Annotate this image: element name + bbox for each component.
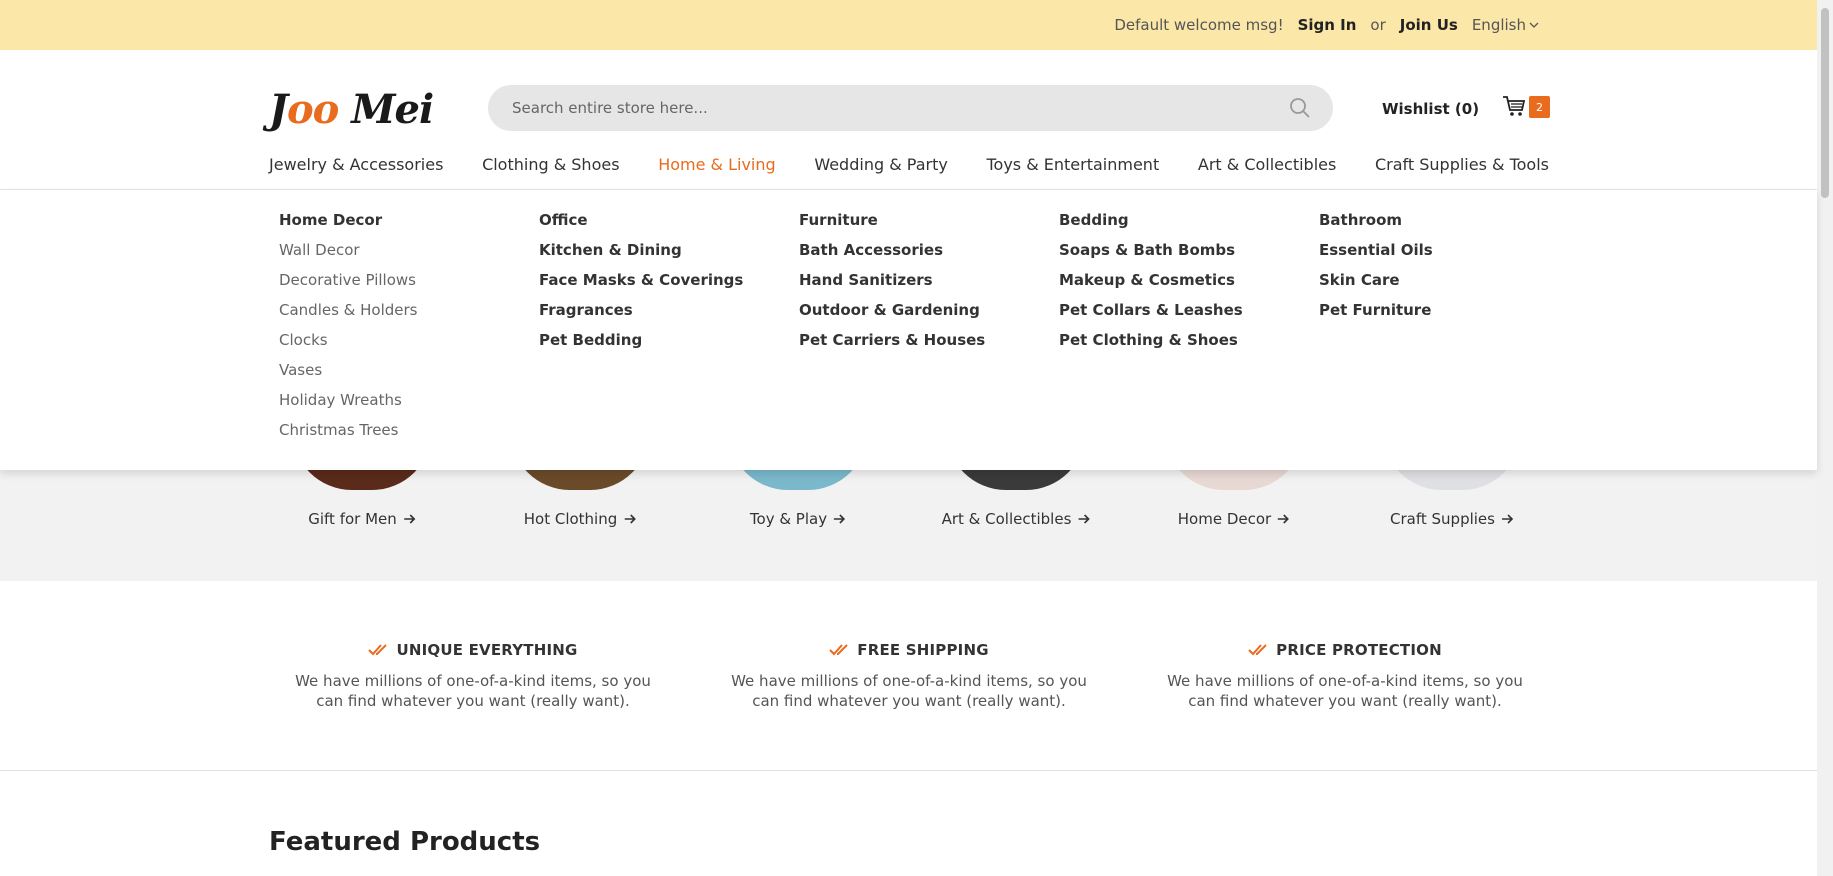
menu-item[interactable]: Bedding xyxy=(1059,210,1243,240)
mega-menu: Home Decor Wall Decor Decorative Pillows… xyxy=(0,190,1817,470)
nav-art-collectibles[interactable]: Art & Collectibles xyxy=(1198,155,1336,174)
cart-icon[interactable] xyxy=(1502,95,1526,117)
search-icon[interactable] xyxy=(1289,97,1311,119)
menu-item[interactable]: Essential Oils xyxy=(1319,240,1433,270)
menu-item[interactable]: Clocks xyxy=(279,330,418,360)
page-scrollbar[interactable] xyxy=(1817,0,1833,876)
menu-item[interactable]: Fragrances xyxy=(539,300,743,330)
category-link[interactable]: Craft Supplies xyxy=(1390,510,1514,528)
menu-item[interactable]: Face Masks & Coverings xyxy=(539,270,743,300)
menu-item[interactable]: Pet Collars & Leashes xyxy=(1059,300,1243,330)
join-us-link[interactable]: Join Us xyxy=(1400,16,1458,34)
menu-item[interactable]: Office xyxy=(539,210,743,240)
mega-column-2: Office Kitchen & Dining Face Masks & Cov… xyxy=(539,210,743,360)
language-selector[interactable]: English xyxy=(1472,16,1539,34)
logo[interactable]: Joo Mei xyxy=(269,86,434,133)
nav-toys-entertainment[interactable]: Toys & Entertainment xyxy=(986,155,1159,174)
category-band: Gift for Men Hot Clothing Toy & Play Art… xyxy=(0,430,1817,581)
category-label: Home Decor xyxy=(1177,510,1272,528)
feature-block: FREE SHIPPING We have millions of one-of… xyxy=(709,641,1109,711)
logo-mei: Mei xyxy=(338,86,434,133)
feature-title: UNIQUE EVERYTHING xyxy=(273,641,673,659)
feature-title: PRICE PROTECTION xyxy=(1145,641,1545,659)
menu-item[interactable]: Outdoor & Gardening xyxy=(799,300,985,330)
menu-item[interactable]: Pet Bedding xyxy=(539,330,743,360)
nav-wedding-party[interactable]: Wedding & Party xyxy=(814,155,947,174)
mega-column-1: Home Decor Wall Decor Decorative Pillows… xyxy=(279,210,418,450)
feature-title: FREE SHIPPING xyxy=(709,641,1109,659)
main-nav: Jewelry & Accessories Clothing & Shoes H… xyxy=(269,155,1549,174)
cart-count-badge: 2 xyxy=(1529,96,1550,118)
menu-item[interactable]: Pet Carriers & Houses xyxy=(799,330,985,360)
menu-item[interactable]: Skin Care xyxy=(1319,270,1433,300)
category-label: Toy & Play xyxy=(749,510,828,528)
arrow-right-icon xyxy=(1078,514,1090,524)
nav-home-living[interactable]: Home & Living xyxy=(658,155,775,174)
menu-item[interactable]: Hand Sanitizers xyxy=(799,270,985,300)
featured-products-heading: Featured Products xyxy=(269,827,541,857)
wishlist-link[interactable]: Wishlist (0) xyxy=(1382,100,1479,118)
welcome-message: Default welcome msg! xyxy=(1114,16,1284,34)
menu-item[interactable]: Soaps & Bath Bombs xyxy=(1059,240,1243,270)
feature-title-text: UNIQUE EVERYTHING xyxy=(396,641,578,659)
category-link[interactable]: Home Decor xyxy=(1178,510,1290,528)
mega-column-3: Furniture Bath Accessories Hand Sanitize… xyxy=(799,210,985,360)
feature-description: We have millions of one-of-a-kind items,… xyxy=(295,672,651,710)
feature-block: UNIQUE EVERYTHING We have millions of on… xyxy=(273,641,673,711)
feature-title-text: PRICE PROTECTION xyxy=(1276,641,1442,659)
category-link[interactable]: Toy & Play xyxy=(750,510,846,528)
feature-block: PRICE PROTECTION We have millions of one… xyxy=(1145,641,1545,711)
category-link[interactable]: Hot Clothing xyxy=(524,510,637,528)
feature-description: We have millions of one-of-a-kind items,… xyxy=(1167,672,1523,710)
category-label: Art & Collectibles xyxy=(941,510,1072,528)
menu-item[interactable]: Bathroom xyxy=(1319,210,1433,240)
nav-craft-supplies-tools[interactable]: Craft Supplies & Tools xyxy=(1375,155,1549,174)
top-bar: Default welcome msg! Sign In or Join Us … xyxy=(0,0,1817,50)
menu-item[interactable]: Decorative Pillows xyxy=(279,270,418,300)
search-bar xyxy=(488,85,1333,131)
category-label: Craft Supplies xyxy=(1390,510,1495,528)
double-check-icon xyxy=(829,644,848,656)
language-label: English xyxy=(1471,16,1526,34)
category-link[interactable]: Gift for Men xyxy=(308,510,416,528)
nav-clothing-shoes[interactable]: Clothing & Shoes xyxy=(482,155,619,174)
category-label: Hot Clothing xyxy=(523,510,618,528)
double-check-icon xyxy=(1248,644,1267,656)
arrow-right-icon xyxy=(403,514,415,524)
menu-item[interactable]: Makeup & Cosmetics xyxy=(1059,270,1243,300)
menu-item[interactable]: Pet Clothing & Shoes xyxy=(1059,330,1243,360)
mega-column-4: Bedding Soaps & Bath Bombs Makeup & Cosm… xyxy=(1059,210,1243,360)
sign-in-link[interactable]: Sign In xyxy=(1298,16,1357,34)
feature-description: We have millions of one-of-a-kind items,… xyxy=(731,672,1087,710)
chevron-down-icon xyxy=(1529,22,1539,28)
menu-item[interactable]: Kitchen & Dining xyxy=(539,240,743,270)
arrow-right-icon xyxy=(1501,514,1514,524)
or-text: or xyxy=(1370,16,1386,34)
site-header: Joo Mei Wishlist (0) 2 Jewelry & Accesso… xyxy=(0,50,1817,190)
arrow-right-icon xyxy=(1278,514,1290,524)
category-link[interactable]: Art & Collectibles xyxy=(942,510,1091,528)
menu-item[interactable]: Furniture xyxy=(799,210,985,240)
features-section: UNIQUE EVERYTHING We have millions of on… xyxy=(0,581,1817,771)
category-label: Gift for Men xyxy=(308,510,397,528)
double-check-icon xyxy=(368,644,388,656)
mega-column-5: Bathroom Essential Oils Skin Care Pet Fu… xyxy=(1319,210,1433,330)
menu-item[interactable]: Holiday Wreaths xyxy=(279,390,418,420)
feature-title-text: FREE SHIPPING xyxy=(857,641,989,659)
arrow-right-icon xyxy=(624,514,636,524)
menu-item[interactable]: Wall Decor xyxy=(279,240,418,270)
nav-jewelry-accessories[interactable]: Jewelry & Accessories xyxy=(269,155,443,174)
menu-item[interactable]: Candles & Holders xyxy=(279,300,418,330)
search-input[interactable] xyxy=(512,85,1272,131)
menu-item[interactable]: Bath Accessories xyxy=(799,240,985,270)
scrollbar-thumb[interactable] xyxy=(1821,8,1829,198)
menu-item[interactable]: Vases xyxy=(279,360,418,390)
menu-heading-home-decor[interactable]: Home Decor xyxy=(279,210,418,240)
logo-j: J xyxy=(269,86,288,133)
logo-oo: oo xyxy=(286,86,339,133)
arrow-right-icon xyxy=(834,514,846,524)
menu-item[interactable]: Christmas Trees xyxy=(279,420,418,450)
menu-item[interactable]: Pet Furniture xyxy=(1319,300,1433,330)
